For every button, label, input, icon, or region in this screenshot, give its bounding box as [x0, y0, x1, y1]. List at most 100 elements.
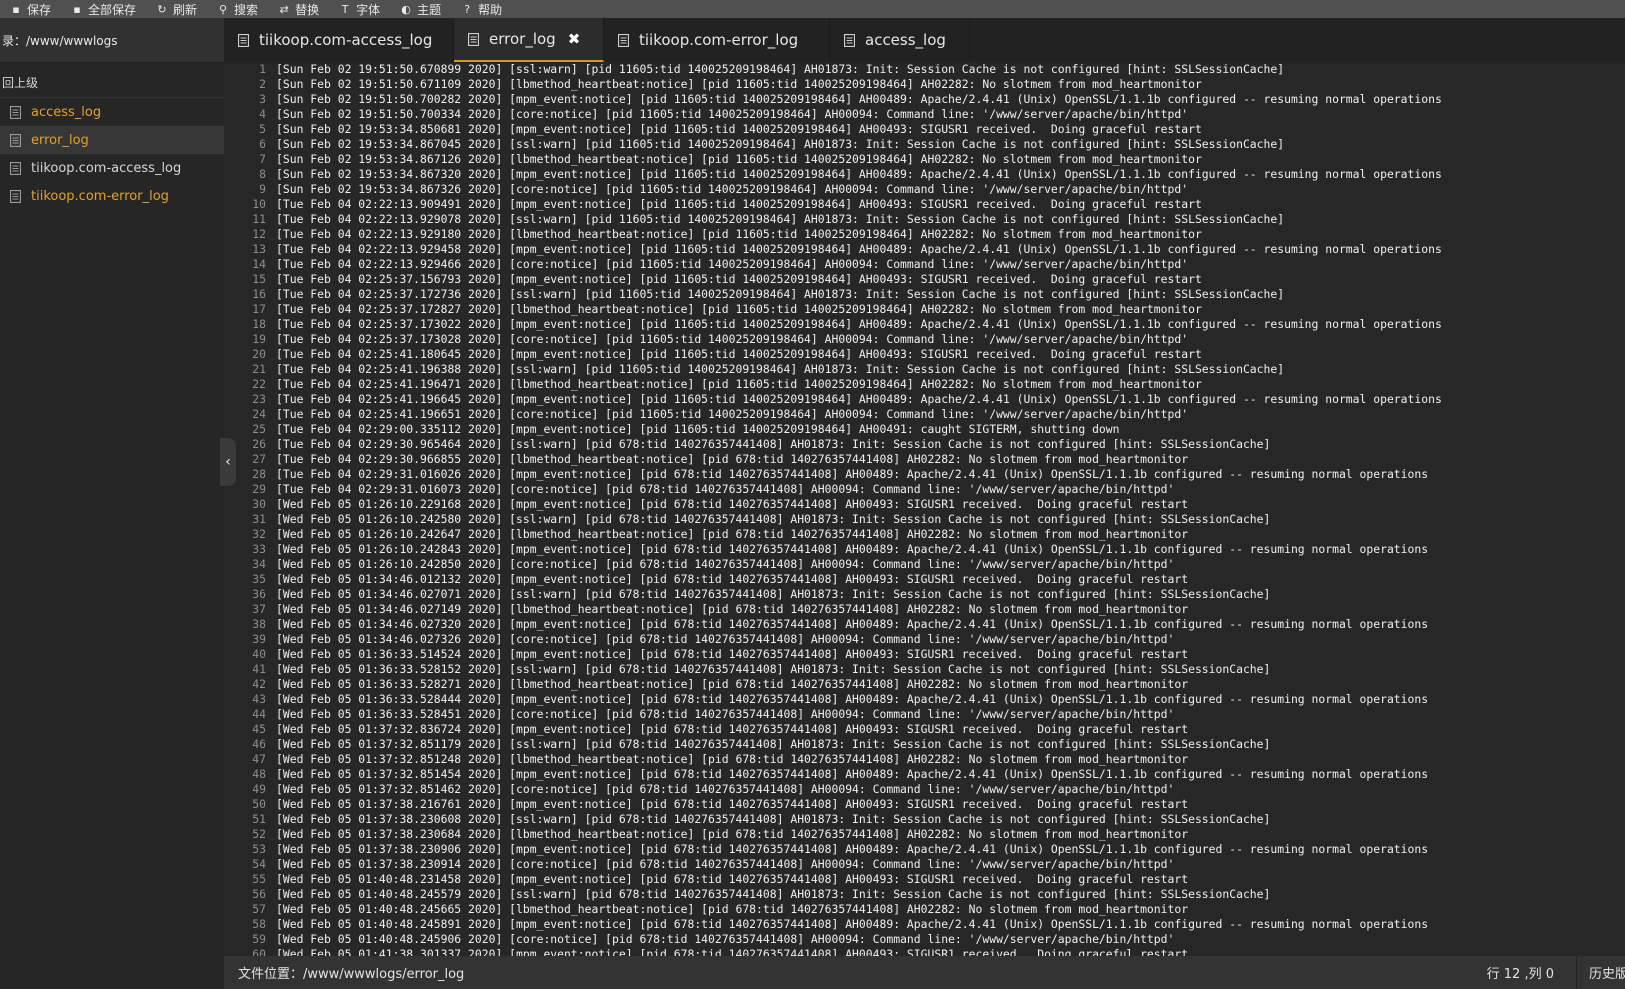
line-text: [Sun Feb 02 19:51:50.700334 2020] [core:…	[276, 107, 1189, 121]
line-number: 54	[252, 857, 266, 871]
line-number: 8	[259, 167, 266, 181]
line-text: [Wed Feb 05 01:34:46.027149 2020] [lbmet…	[276, 602, 1189, 616]
line-text: [Tue Feb 04 02:25:37.172736 2020] [ssl:w…	[276, 287, 1285, 301]
parent-directory-link[interactable]: 回上级	[0, 67, 224, 98]
code-line: 30 [Wed Feb 05 01:26:10.229168 2020] [mpm…	[224, 497, 1625, 512]
line-number: 52	[252, 827, 266, 841]
code-line: 37 [Wed Feb 05 01:34:46.027149 2020] [lbm…	[224, 602, 1625, 617]
code-line: 31 [Wed Feb 05 01:26:10.242580 2020] [ssl…	[224, 512, 1625, 527]
file-icon	[10, 161, 21, 175]
code-editor[interactable]: 1 [Sun Feb 02 19:51:50.670899 2020] [ssl:…	[224, 62, 1625, 956]
code-line: 40 [Wed Feb 05 01:36:33.514524 2020] [mpm…	[224, 647, 1625, 662]
tab-tiikoop-com-access-log[interactable]: tiikoop.com-access_log	[224, 18, 454, 62]
line-text: [Wed Feb 05 01:36:33.528444 2020] [mpm_e…	[276, 692, 1429, 706]
line-number: 5	[259, 122, 266, 136]
close-tab-icon[interactable]: ✖	[568, 30, 581, 48]
line-text: [Wed Feb 05 01:40:48.231458 2020] [mpm_e…	[276, 872, 1189, 886]
code-line: 49 [Wed Feb 05 01:37:32.851462 2020] [cor…	[224, 782, 1625, 797]
save-all-button[interactable]: ▪ 全部保存	[61, 0, 146, 18]
code-line: 33 [Wed Feb 05 01:26:10.242843 2020] [mpm…	[224, 542, 1625, 557]
line-number: 50	[252, 797, 266, 811]
code-line: 54 [Wed Feb 05 01:37:38.230914 2020] [cor…	[224, 857, 1625, 872]
code-line: 34 [Wed Feb 05 01:26:10.242850 2020] [cor…	[224, 557, 1625, 572]
code-line: 47 [Wed Feb 05 01:37:32.851248 2020] [lbm…	[224, 752, 1625, 767]
code-line: 52 [Wed Feb 05 01:37:38.230684 2020] [lbm…	[224, 827, 1625, 842]
line-text: [Tue Feb 04 02:25:41.180645 2020] [mpm_e…	[276, 347, 1202, 361]
file-item-error-log[interactable]: error_log	[0, 126, 224, 154]
line-text: [Sun Feb 02 19:53:34.867320 2020] [mpm_e…	[276, 167, 1442, 181]
line-text: [Wed Feb 05 01:37:38.230906 2020] [mpm_e…	[276, 842, 1429, 856]
code-line: 46 [Wed Feb 05 01:37:32.851179 2020] [ssl…	[224, 737, 1625, 752]
toolbar-button-label: 帮助	[478, 2, 503, 17]
refresh-button[interactable]: ↻ 刷新	[146, 0, 207, 18]
help-icon: ?	[464, 2, 471, 16]
line-number: 16	[252, 287, 266, 301]
refresh-icon: ↻	[157, 2, 167, 16]
line-number: 51	[252, 812, 266, 826]
line-text: [Tue Feb 04 02:29:31.016026 2020] [mpm_e…	[276, 467, 1429, 481]
tab-access-log[interactable]: access_log	[830, 18, 970, 62]
save-button[interactable]: ▪ 保存	[0, 0, 61, 18]
theme-button[interactable]: ◐ 主题	[390, 0, 451, 18]
code-line: 13 [Tue Feb 04 02:22:13.929458 2020] [mpm…	[224, 242, 1625, 257]
history-versions-button[interactable]: 历史版本	[1576, 956, 1625, 989]
tab-error-log[interactable]: error_log ✖	[454, 18, 604, 62]
line-text: [Wed Feb 05 01:37:38.216761 2020] [mpm_e…	[276, 797, 1189, 811]
line-text: [Wed Feb 05 01:26:10.242850 2020] [core:…	[276, 557, 1175, 571]
collapse-sidebar-button[interactable]: ‹	[220, 438, 236, 486]
line-number: 46	[252, 737, 266, 751]
line-text: [Wed Feb 05 01:40:48.245579 2020] [ssl:w…	[276, 887, 1271, 901]
line-number: 53	[252, 842, 266, 856]
code-line: 5 [Sun Feb 02 19:53:34.850681 2020] [mpm_…	[224, 122, 1625, 137]
line-text: [Wed Feb 05 01:26:10.242843 2020] [mpm_e…	[276, 542, 1429, 556]
code-line: 25 [Tue Feb 04 02:29:00.335112 2020] [mpm…	[224, 422, 1625, 437]
line-number: 56	[252, 887, 266, 901]
file-item-tiikoop-com-access-log[interactable]: tiikoop.com-access_log	[0, 154, 224, 182]
line-text: [Tue Feb 04 02:25:37.173028 2020] [core:…	[276, 332, 1189, 346]
code-line: 7 [Sun Feb 02 19:53:34.867126 2020] [lbme…	[224, 152, 1625, 167]
replace-button[interactable]: ⇄ 替换	[268, 0, 329, 18]
line-text: [Wed Feb 05 01:36:33.528451 2020] [core:…	[276, 707, 1175, 721]
line-text: [Tue Feb 04 02:29:31.016073 2020] [core:…	[276, 482, 1175, 496]
line-text: [Wed Feb 05 01:40:48.245891 2020] [mpm_e…	[276, 917, 1429, 931]
code-line: 43 [Wed Feb 05 01:36:33.528444 2020] [mpm…	[224, 692, 1625, 707]
code-line: 59 [Wed Feb 05 01:40:48.245906 2020] [cor…	[224, 932, 1625, 947]
toolbar-button-label: 主题	[417, 2, 442, 17]
tab-label: tiikoop.com-access_log	[259, 31, 433, 49]
chevron-left-icon: ‹	[225, 454, 231, 470]
line-text: [Sun Feb 02 19:51:50.700282 2020] [mpm_e…	[276, 92, 1442, 106]
file-item-tiikoop-com-error-log[interactable]: tiikoop.com-error_log	[0, 182, 224, 210]
line-text: [Tue Feb 04 02:25:41.196471 2020] [lbmet…	[276, 377, 1202, 391]
line-number: 47	[252, 752, 266, 766]
current-directory: 录：/www/wwwlogs	[0, 18, 224, 63]
line-text: [Wed Feb 05 01:37:38.230684 2020] [lbmet…	[276, 827, 1189, 841]
code-line: 32 [Wed Feb 05 01:26:10.242647 2020] [lbm…	[224, 527, 1625, 542]
line-number: 39	[252, 632, 266, 646]
status-bar: 文件位置：/www/wwwlogs/error_log 行 12 ,列 0 历史…	[224, 956, 1625, 989]
toolbar-button-label: 保存	[27, 2, 52, 17]
code-line: 57 [Wed Feb 05 01:40:48.245665 2020] [lbm…	[224, 902, 1625, 917]
font-button[interactable]: T 字体	[329, 0, 390, 18]
code-line: 1 [Sun Feb 02 19:51:50.670899 2020] [ssl:…	[224, 62, 1625, 77]
theme-icon: ◐	[401, 2, 411, 16]
search-button[interactable]: ⚲ 搜索	[207, 0, 268, 18]
tab-label: access_log	[865, 31, 946, 49]
line-number: 20	[252, 347, 266, 361]
line-text: [Tue Feb 04 02:25:37.173022 2020] [mpm_e…	[276, 317, 1442, 331]
line-number: 3	[259, 92, 266, 106]
code-line: 16 [Tue Feb 04 02:25:37.172736 2020] [ssl…	[224, 287, 1625, 302]
tab-label: tiikoop.com-error_log	[639, 31, 799, 49]
line-number: 21	[252, 362, 266, 376]
file-item-access-log[interactable]: access_log	[0, 98, 224, 126]
code-line: 22 [Tue Feb 04 02:25:41.196471 2020] [lbm…	[224, 377, 1625, 392]
line-text: [Sun Feb 02 19:53:34.867326 2020] [core:…	[276, 182, 1189, 196]
tab-tiikoop-com-error-log[interactable]: tiikoop.com-error_log	[604, 18, 830, 62]
line-text: [Wed Feb 05 01:36:33.514524 2020] [mpm_e…	[276, 647, 1189, 661]
code-line: 50 [Wed Feb 05 01:37:38.216761 2020] [mpm…	[224, 797, 1625, 812]
code-line: 4 [Sun Feb 02 19:51:50.700334 2020] [core…	[224, 107, 1625, 122]
file-name: tiikoop.com-access_log	[31, 160, 182, 176]
file-name: tiikoop.com-error_log	[31, 188, 169, 204]
line-text: [Tue Feb 04 02:25:41.196388 2020] [ssl:w…	[276, 362, 1285, 376]
help-button[interactable]: ? 帮助	[451, 0, 512, 18]
line-text: [Sun Feb 02 19:51:50.670899 2020] [ssl:w…	[276, 62, 1285, 76]
